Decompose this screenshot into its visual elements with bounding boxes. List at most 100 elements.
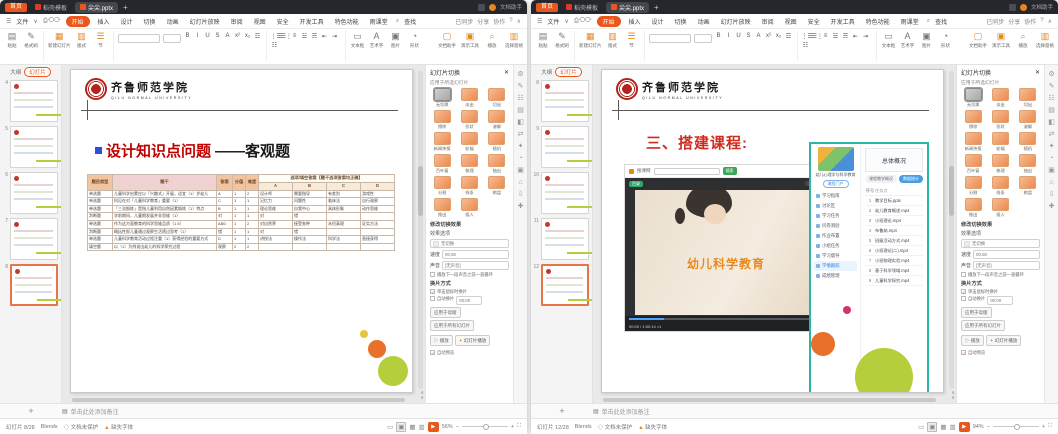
- format-icon[interactable]: B: [184, 33, 192, 40]
- apps-grid-icon[interactable]: [478, 4, 485, 11]
- zoom-out-button[interactable]: −: [456, 424, 459, 430]
- course-menu-item[interactable]: 问卷测验: [814, 221, 857, 231]
- format-icon[interactable]: x²: [234, 33, 242, 40]
- menu-item[interactable]: 特色功能: [332, 16, 362, 27]
- missing-font-status[interactable]: 缺失字体: [111, 425, 133, 431]
- slides-tab[interactable]: 幻灯片: [555, 67, 582, 77]
- collab-button[interactable]: 协作: [1024, 17, 1036, 26]
- zoom-in-button[interactable]: +: [1042, 424, 1045, 430]
- catalog-tag[interactable]: 目录: [629, 181, 643, 187]
- file-menu[interactable]: 文件: [547, 17, 559, 26]
- toolbar-button[interactable]: ▢文档助手: [438, 31, 456, 49]
- outline-tab[interactable]: 大纲: [541, 68, 552, 76]
- new-tab-button[interactable]: +: [123, 3, 128, 12]
- toolbar-button[interactable]: ▥版式: [605, 31, 621, 49]
- format-icon[interactable]: I: [725, 33, 733, 40]
- sidebar-tool-icon[interactable]: ✎: [1049, 83, 1055, 90]
- sidebar-tool-icon[interactable]: ✎: [518, 83, 524, 90]
- scroll-arrows[interactable]: ∧∨: [420, 391, 424, 401]
- auto-preview-checkbox[interactable]: ✓: [430, 350, 435, 355]
- toolbar-button[interactable]: ☰节: [624, 31, 640, 49]
- file-menu[interactable]: 文件: [16, 17, 28, 26]
- video-player[interactable]: 目录 1080P 幼儿科学教育 00:00 / 1:50:14 ×1 高清: [625, 178, 827, 331]
- menu-item[interactable]: 开始: [66, 16, 90, 27]
- format-icon[interactable]: x₂: [244, 33, 252, 40]
- sidebar-tool-icon[interactable]: ◔: [518, 155, 522, 162]
- font-name-input[interactable]: [118, 34, 160, 43]
- format-icon[interactable]: A: [224, 33, 232, 40]
- toolbar-button[interactable]: ▥选择窗格: [1036, 31, 1054, 49]
- format-icon[interactable]: x₂: [775, 33, 783, 40]
- sidebar-tool-icon[interactable]: ◧: [517, 119, 524, 126]
- slide-thumbnail[interactable]: 10: [532, 172, 589, 214]
- horizontal-scrollbar[interactable]: [72, 398, 405, 402]
- transition-effect[interactable]: 切出: [485, 88, 509, 108]
- menu-item[interactable]: 切换: [672, 16, 690, 27]
- course-menu-item[interactable]: 学习指南: [814, 191, 857, 201]
- transition-effect[interactable]: 梳理: [988, 154, 1012, 174]
- transition-effect[interactable]: 形状: [988, 110, 1012, 130]
- course-menu-item[interactable]: 小组任务: [814, 241, 857, 251]
- menu-item[interactable]: 插入: [95, 16, 113, 27]
- slides-tab[interactable]: 幻灯片: [24, 67, 51, 77]
- course-menu-item[interactable]: 学习任务: [814, 211, 857, 221]
- reading-view-icon[interactable]: ▥: [419, 423, 425, 431]
- apply-to-all-button[interactable]: 应用于所有幻灯片: [961, 320, 1005, 331]
- menu-item[interactable]: 开发工具: [297, 16, 327, 27]
- toolbar-button[interactable]: ◔形状: [938, 31, 954, 49]
- search-icon[interactable]: ⌕: [927, 18, 930, 25]
- paragraph-icon[interactable]: ☷: [271, 42, 279, 49]
- zoom-slider-handle[interactable]: [483, 424, 489, 430]
- sidebar-tool-icon[interactable]: ⚙: [517, 71, 523, 78]
- auto-advance-time[interactable]: 00:00: [987, 296, 1013, 305]
- protect-status[interactable]: 文档未保护: [71, 425, 99, 431]
- slide-sorter-icon[interactable]: ▦: [940, 423, 946, 431]
- apply-to-all-button[interactable]: 应用于所有幻灯片: [430, 320, 474, 331]
- transition-effect[interactable]: 溶解: [485, 110, 509, 130]
- onclick-checkbox[interactable]: ✓: [430, 289, 435, 294]
- fit-slide-button[interactable]: ⛶: [517, 423, 521, 430]
- transition-effect[interactable]: 擦除: [961, 110, 985, 130]
- toolbar-button[interactable]: ◔形状: [407, 31, 423, 49]
- course-menu-item[interactable]: 学习督导: [814, 251, 857, 261]
- home-tab[interactable]: 首页: [5, 3, 27, 12]
- slideshow-button[interactable]: ▶: [428, 422, 439, 432]
- quick-icon[interactable]: ⟳: [585, 18, 591, 24]
- zoom-slider[interactable]: [462, 426, 508, 428]
- hamburger-icon[interactable]: ☰: [537, 18, 542, 25]
- sidebar-tool-icon[interactable]: ✚: [1049, 203, 1055, 210]
- task-row[interactable]: 7小班物理实验.mp4: [865, 256, 923, 266]
- transition-effect[interactable]: 无切换: [961, 88, 985, 108]
- normal-view-icon[interactable]: ▣: [396, 422, 406, 432]
- transition-effect[interactable]: 新闻快报: [961, 132, 985, 152]
- paragraph-icon[interactable]: ≡: [291, 33, 299, 40]
- menu-item[interactable]: 视图: [782, 16, 800, 27]
- sidebar-tool-icon[interactable]: ✦: [1049, 143, 1055, 150]
- toolbar-button[interactable]: ▭文本框: [881, 31, 897, 49]
- close-icon[interactable]: ✕: [504, 69, 509, 76]
- task-row[interactable]: 3小班理论.mp4: [865, 216, 923, 226]
- sidebar-tool-icon[interactable]: ⇄: [518, 131, 524, 138]
- sidebar-tool-icon[interactable]: ▣: [1048, 167, 1055, 174]
- transition-effect[interactable]: 擦除: [430, 110, 454, 130]
- slide-thumbnail[interactable]: 12: [532, 264, 589, 306]
- toolbar-button[interactable]: ▣演示工具: [461, 31, 479, 49]
- menu-item[interactable]: 特色功能: [863, 16, 893, 27]
- transition-effect[interactable]: 推出: [430, 198, 454, 218]
- menu-item[interactable]: 动画: [164, 16, 182, 27]
- scroll-arrows[interactable]: ∧∨: [951, 391, 955, 401]
- auto-advance-time[interactable]: 00:00: [456, 296, 482, 305]
- toolbar-button[interactable]: ▦新建幻灯片: [579, 31, 602, 49]
- toolbar-button[interactable]: ▣图片: [919, 31, 935, 49]
- slideshow-play-button[interactable]: ✦ 幻灯片播放: [455, 335, 491, 346]
- font-name-input[interactable]: [649, 34, 691, 43]
- paragraph-icon[interactable]: ⋮☰: [802, 33, 810, 40]
- theme-name[interactable]: Blends: [575, 424, 592, 430]
- sidebar-tool-icon[interactable]: ⌂: [518, 179, 522, 186]
- slide-sorter-icon[interactable]: ▦: [409, 423, 415, 431]
- find-menu[interactable]: 查找: [935, 17, 947, 26]
- menu-item[interactable]: 插入: [626, 16, 644, 27]
- reading-view-icon[interactable]: ▥: [950, 423, 956, 431]
- theme-name[interactable]: Blends: [41, 424, 58, 430]
- toolbar-button[interactable]: A艺术字: [900, 31, 916, 49]
